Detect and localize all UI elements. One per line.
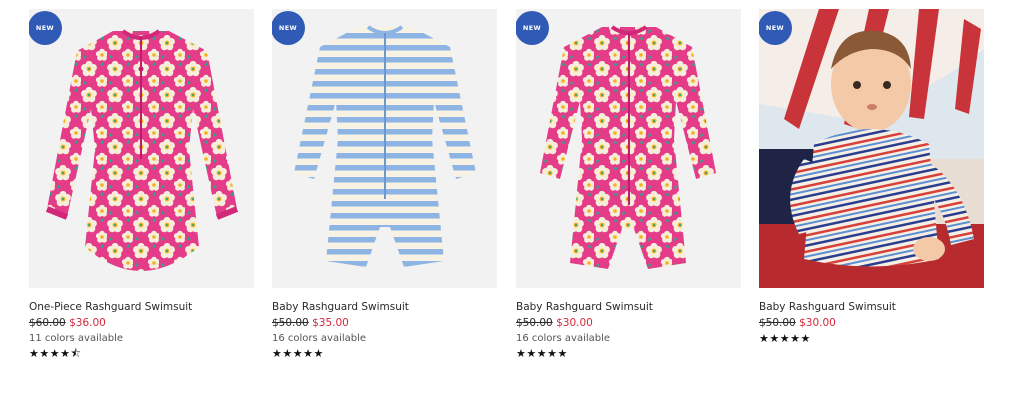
sale-price: $30.00	[799, 317, 836, 329]
star-icon: ★	[272, 347, 283, 360]
product-price: $50.00 $30.00	[759, 316, 984, 330]
star-icon: ★	[547, 347, 558, 360]
star-rating: ★★★★★	[516, 347, 741, 360]
star-icon: ★	[526, 347, 537, 360]
star-icon: ★	[39, 347, 50, 360]
star-rating: ★★★★⯪	[29, 347, 254, 360]
original-price: $60.00	[29, 317, 66, 329]
product-price: $50.00 $30.00	[516, 316, 741, 330]
swimsuit-floral-longsleeve-image	[29, 9, 254, 288]
product-title[interactable]: Baby Rashguard Swimsuit	[759, 300, 984, 314]
product-image[interactable]: NEW	[759, 9, 984, 288]
star-rating: ★★★★★	[272, 347, 497, 360]
new-badge: NEW	[272, 11, 305, 45]
colors-available[interactable]: 16 colors available	[272, 332, 497, 345]
sale-price: $35.00	[312, 317, 349, 329]
star-icon: ★	[536, 347, 548, 360]
star-icon: ★	[282, 347, 293, 360]
product-info: Baby Rashguard Swimsuit $50.00 $35.00 16…	[272, 300, 497, 360]
star-icon: ★	[769, 332, 780, 345]
sale-price: $36.00	[69, 317, 106, 329]
original-price: $50.00	[516, 317, 553, 329]
baby-beach-photo-image	[759, 9, 984, 288]
star-rating: ★★★★★	[759, 332, 984, 345]
star-icon: ★	[303, 347, 314, 360]
new-badge: NEW	[516, 11, 549, 45]
swimsuit-striped-shortie-image	[272, 9, 497, 288]
half-star-icon: ⯪	[70, 347, 82, 360]
new-badge: NEW	[29, 11, 62, 45]
product-title[interactable]: One-Piece Rashguard Swimsuit	[29, 300, 254, 314]
product-info: Baby Rashguard Swimsuit $50.00 $30.00 16…	[516, 300, 741, 360]
star-icon: ★	[759, 332, 770, 345]
product-title[interactable]: Baby Rashguard Swimsuit	[516, 300, 741, 314]
product-info: One-Piece Rashguard Swimsuit $60.00 $36.…	[29, 300, 254, 360]
star-icon: ★	[790, 332, 801, 345]
star-icon: ★	[779, 332, 791, 345]
sale-price: $30.00	[556, 317, 593, 329]
star-icon: ★	[29, 347, 40, 360]
original-price: $50.00	[272, 317, 309, 329]
product-price: $60.00 $36.00	[29, 316, 254, 330]
product-image[interactable]: NEW	[272, 9, 497, 288]
star-icon: ★	[313, 347, 324, 360]
new-badge: NEW	[759, 11, 792, 45]
star-icon: ★	[60, 347, 71, 360]
product-title[interactable]: Baby Rashguard Swimsuit	[272, 300, 497, 314]
star-icon: ★	[800, 332, 811, 345]
colors-available[interactable]: 11 colors available	[29, 332, 254, 345]
star-icon: ★	[557, 347, 568, 360]
star-icon: ★	[516, 347, 527, 360]
star-icon: ★	[292, 347, 304, 360]
star-icon: ★	[49, 347, 61, 360]
colors-available[interactable]: 16 colors available	[516, 332, 741, 345]
original-price: $50.00	[759, 317, 796, 329]
product-price: $50.00 $35.00	[272, 316, 497, 330]
product-image[interactable]: NEW	[29, 9, 254, 288]
product-info: Baby Rashguard Swimsuit $50.00 $30.00 ★★…	[759, 300, 984, 345]
product-image[interactable]: NEW	[516, 9, 741, 288]
swimsuit-floral-shortie-image	[516, 9, 741, 288]
